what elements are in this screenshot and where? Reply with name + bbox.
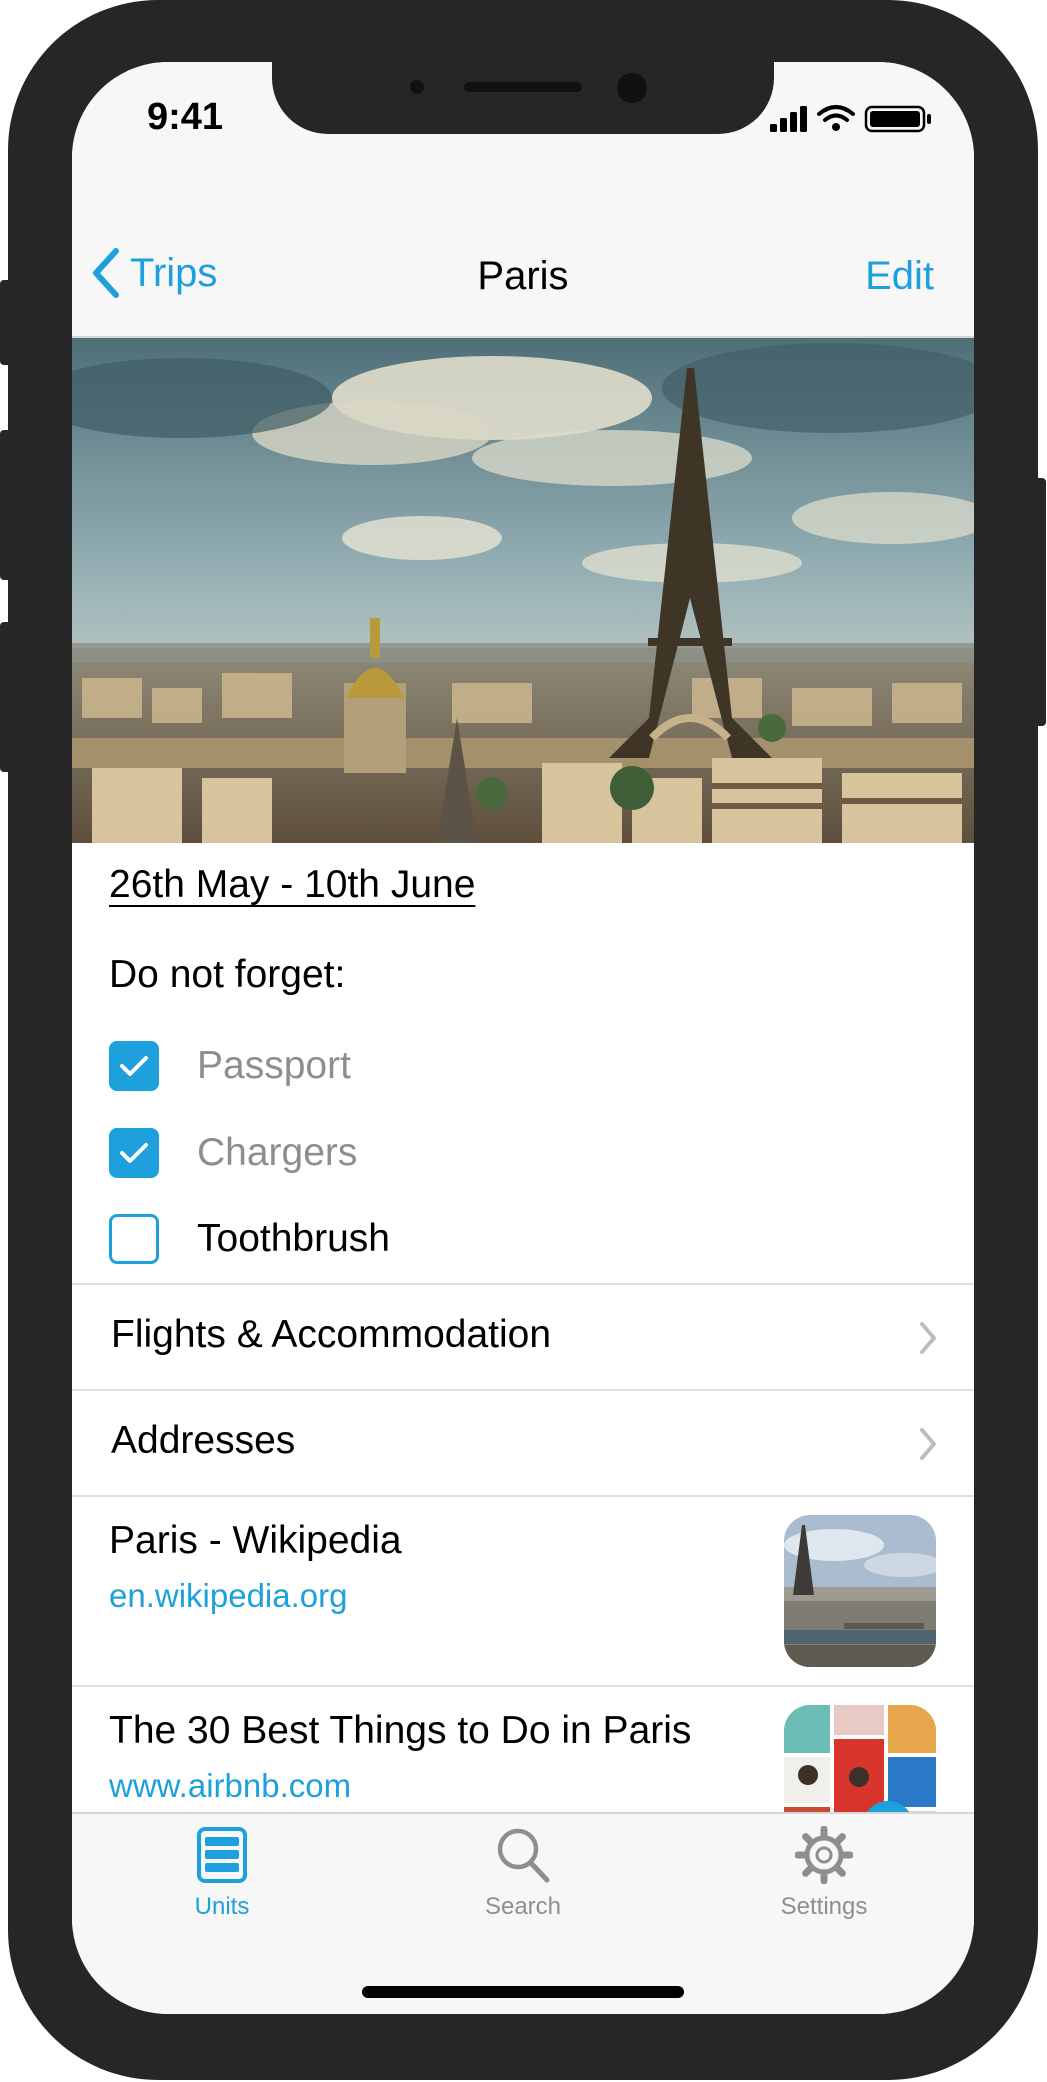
checklist-label: Chargers bbox=[197, 1131, 358, 1174]
edit-button[interactable]: Edit bbox=[865, 254, 934, 299]
signal-wifi-battery-icon bbox=[770, 105, 931, 133]
home-indicator[interactable] bbox=[362, 1986, 684, 1998]
row-flights-accommodation[interactable]: Flights & Accommodation bbox=[72, 1285, 974, 1389]
side-button bbox=[0, 280, 12, 365]
units-icon bbox=[197, 1827, 247, 1883]
status-time: 9:41 bbox=[147, 96, 224, 138]
notch bbox=[272, 62, 774, 134]
tab-bar: Units Search Settings bbox=[72, 1812, 974, 2014]
speaker-grille bbox=[464, 82, 582, 92]
link-url[interactable]: www.airbnb.com bbox=[109, 1767, 351, 1805]
chevron-right-icon bbox=[920, 1322, 936, 1354]
checkbox-checked[interactable] bbox=[109, 1041, 159, 1091]
checkmark-icon bbox=[120, 1056, 148, 1076]
navigation-bar: Trips Paris Edit bbox=[72, 192, 974, 338]
checkbox-checked[interactable] bbox=[109, 1128, 159, 1178]
row-addresses[interactable]: Addresses bbox=[72, 1391, 974, 1495]
link-title: Paris - Wikipedia bbox=[109, 1519, 402, 1562]
volume-up-button bbox=[0, 430, 12, 580]
tab-label: Search bbox=[484, 1893, 562, 1920]
paris-thumbnail-image bbox=[784, 1515, 936, 1667]
gear-icon bbox=[794, 1825, 854, 1885]
checklist-label: Passport bbox=[197, 1044, 351, 1087]
page-title: Paris bbox=[477, 254, 569, 298]
status-bar: 9:41 bbox=[72, 62, 974, 192]
tab-settings[interactable]: Settings bbox=[744, 1825, 904, 1921]
front-camera bbox=[617, 73, 647, 103]
tab-search[interactable]: Search bbox=[443, 1826, 603, 1921]
checkmark-icon bbox=[120, 1143, 148, 1163]
link-title: The 30 Best Things to Do in Paris bbox=[109, 1709, 692, 1752]
tab-label: Units bbox=[194, 1893, 250, 1920]
status-icons bbox=[770, 104, 940, 134]
checklist-label: Toothbrush bbox=[197, 1217, 390, 1260]
screen: 9:41 Trips Paris Edit 26th May - 10th Ju… bbox=[72, 62, 974, 2014]
trip-dates-link[interactable]: 26th May - 10th June bbox=[109, 863, 475, 907]
checkbox-unchecked[interactable] bbox=[109, 1214, 159, 1264]
link-thumbnail bbox=[784, 1515, 936, 1667]
tab-units[interactable]: Units bbox=[142, 1826, 302, 1921]
checklist-item-chargers[interactable]: Chargers bbox=[109, 1125, 357, 1181]
row-label: Flights & Accommodation bbox=[111, 1313, 552, 1356]
row-label: Addresses bbox=[111, 1419, 296, 1462]
sensor-dot bbox=[410, 80, 424, 94]
link-card-wikipedia[interactable]: Paris - Wikipedia en.wikipedia.org bbox=[72, 1497, 974, 1685]
volume-down-button bbox=[0, 622, 12, 772]
link-url[interactable]: en.wikipedia.org bbox=[109, 1577, 347, 1615]
chevron-right-icon bbox=[920, 1428, 936, 1460]
power-button bbox=[1034, 478, 1046, 726]
search-icon bbox=[497, 1828, 550, 1883]
hero-image bbox=[72, 338, 974, 843]
checklist-item-passport[interactable]: Passport bbox=[109, 1038, 351, 1094]
paris-skyline-image bbox=[72, 338, 974, 843]
tab-label: Settings bbox=[780, 1893, 868, 1920]
checklist-heading: Do not forget: bbox=[109, 953, 346, 996]
checklist-item-toothbrush[interactable]: Toothbrush bbox=[109, 1211, 390, 1267]
